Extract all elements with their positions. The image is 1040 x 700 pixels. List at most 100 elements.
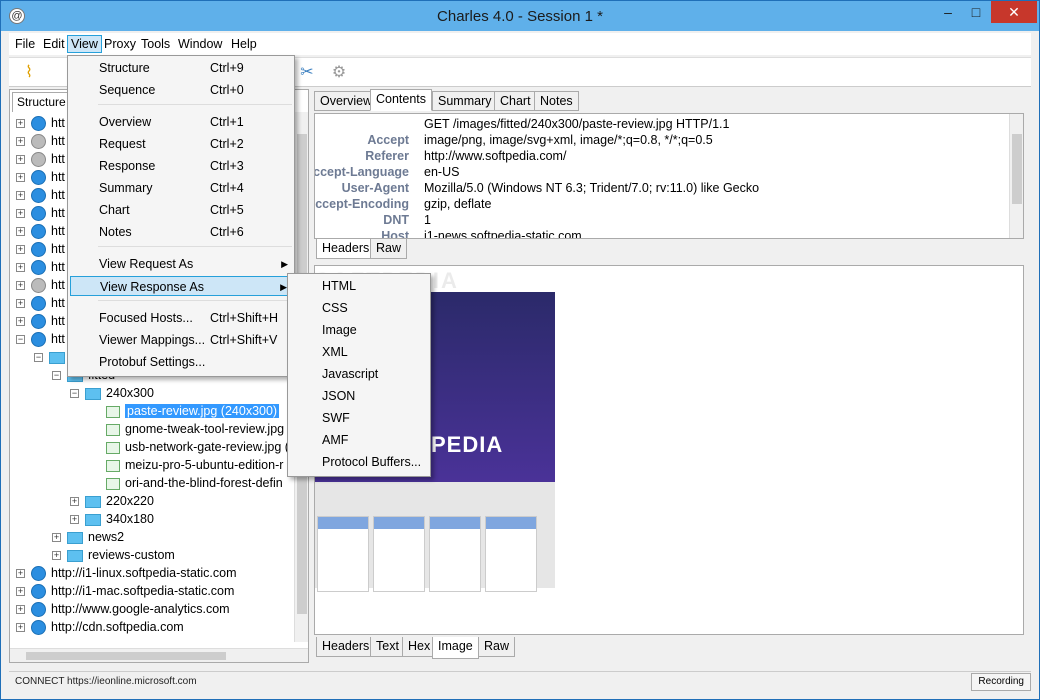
tree-row[interactable]: − 240x300 [70, 384, 154, 402]
tree-row[interactable]: + htt [16, 204, 65, 222]
expand-icon[interactable]: + [16, 155, 25, 165]
tree-row[interactable]: +220x220 [70, 492, 154, 510]
tree-row[interactable]: + http://i1-mac.softpedia-static.com [16, 582, 234, 600]
tree-row[interactable]: + htt [16, 276, 65, 294]
tab-response-image[interactable]: Image [432, 637, 479, 659]
menu-item-view-response-as[interactable]: View Response As ▶ [70, 276, 292, 296]
tree-row[interactable]: gnome-tweak-tool-review.jpg [106, 420, 284, 438]
expand-icon[interactable]: + [16, 119, 25, 129]
recording-button[interactable]: Recording [971, 673, 1031, 691]
menu-file[interactable]: File [11, 35, 39, 53]
tree-row[interactable]: + news2 [52, 528, 124, 546]
tree-row[interactable]: ori-and-the-blind-forest-defin [106, 474, 283, 492]
tree-row[interactable]: + htt [16, 222, 65, 240]
expand-icon[interactable]: + [16, 191, 25, 201]
tab-structure[interactable]: Structure [12, 92, 71, 112]
tree-row[interactable]: + htt [16, 186, 65, 204]
tree-row[interactable]: + htt [16, 258, 65, 276]
expand-icon[interactable]: + [16, 227, 25, 237]
tree-row-selected[interactable]: paste-review.jpg (240x300) [106, 402, 280, 420]
collapse-icon[interactable]: − [34, 353, 43, 363]
expand-icon[interactable]: + [16, 281, 25, 291]
scrollbar-thumb[interactable] [26, 652, 226, 660]
tree-row[interactable]: +340x180 [70, 510, 154, 528]
expand-icon[interactable]: + [52, 533, 61, 543]
tree-row[interactable]: + htt [16, 294, 65, 312]
expand-icon[interactable]: + [16, 587, 25, 597]
tab-response-raw[interactable]: Raw [478, 637, 516, 657]
tree-row[interactable]: meizu-pro-5-ubuntu-edition-r [106, 456, 283, 474]
menu-proxy[interactable]: Proxy [100, 35, 140, 53]
menu-item-focused-hosts[interactable]: Focused Hosts... Ctrl+Shift+H [70, 308, 292, 328]
tab-request-raw[interactable]: Raw [370, 239, 408, 259]
submenu-item-image[interactable]: Image [290, 320, 428, 340]
gear-icon[interactable]: ⚙ [329, 63, 349, 83]
expand-icon[interactable]: + [16, 317, 25, 327]
expand-icon[interactable]: + [16, 245, 25, 255]
tree-row[interactable]: usb-network-gate-review.jpg ( [106, 438, 289, 456]
broom-icon[interactable]: ⌇ [19, 63, 39, 83]
collapse-icon[interactable]: − [70, 389, 79, 399]
menu-item-sequence[interactable]: Sequence Ctrl+0 [70, 80, 292, 100]
submenu-item-javascript[interactable]: Javascript [290, 364, 428, 384]
menu-item-notes[interactable]: Notes Ctrl+6 [70, 222, 292, 242]
scrollbar-thumb[interactable] [1012, 134, 1022, 204]
tree-row[interactable]: + http://cdn.softpedia.com [16, 618, 184, 636]
submenu-item-css[interactable]: CSS [290, 298, 428, 318]
menu-item-request[interactable]: Request Ctrl+2 [70, 134, 292, 154]
menu-item-protobuf-settings[interactable]: Protobuf Settings... [70, 352, 292, 372]
tree-row[interactable]: − htt [16, 330, 65, 348]
tree-row[interactable]: + htt [16, 114, 65, 132]
collapse-icon[interactable]: − [16, 335, 25, 345]
menu-item-chart[interactable]: Chart Ctrl+5 [70, 200, 292, 220]
tab-request-headers[interactable]: Headers [316, 239, 376, 259]
menu-item-view-request-as[interactable]: View Request As ▶ [70, 254, 292, 274]
menu-tools[interactable]: Tools [137, 35, 174, 53]
tree-row[interactable]: + http://i1-linux.softpedia-static.com [16, 564, 237, 582]
menu-item-structure[interactable]: Structure Ctrl+9 [70, 58, 292, 78]
tab-overview[interactable]: Overview [314, 91, 379, 111]
headers-scrollbar[interactable] [1009, 114, 1023, 238]
expand-icon[interactable]: + [16, 209, 25, 219]
submenu-item-swf[interactable]: SWF [290, 408, 428, 428]
expand-icon[interactable]: + [16, 605, 25, 615]
tab-chart[interactable]: Chart [494, 91, 537, 111]
tree-row[interactable]: + htt [16, 132, 65, 150]
collapse-icon[interactable]: − [52, 371, 61, 381]
menu-item-summary[interactable]: Summary Ctrl+4 [70, 178, 292, 198]
tree-row[interactable]: + htt [16, 312, 65, 330]
tab-response-headers[interactable]: Headers [316, 637, 376, 657]
menu-view[interactable]: View [67, 35, 102, 53]
tab-contents[interactable]: Contents [370, 89, 433, 111]
tree-row[interactable]: + htt [16, 168, 65, 186]
tree-row[interactable]: + htt [16, 150, 65, 168]
expand-icon[interactable]: + [16, 263, 25, 273]
expand-icon[interactable]: + [16, 569, 25, 579]
submenu-item-html[interactable]: HTML [290, 276, 428, 296]
menu-window[interactable]: Window [174, 35, 226, 53]
menu-item-overview[interactable]: Overview Ctrl+1 [70, 112, 292, 132]
expand-icon[interactable]: + [16, 173, 25, 183]
tree-row[interactable]: + reviews-custom [52, 546, 175, 564]
minimize-button[interactable]: – [935, 1, 961, 23]
expand-icon[interactable]: + [70, 497, 79, 507]
menu-item-viewer-mappings[interactable]: Viewer Mappings... Ctrl+Shift+V [70, 330, 292, 350]
menu-help[interactable]: Help [227, 35, 261, 53]
submenu-item-xml[interactable]: XML [290, 342, 428, 362]
expand-icon[interactable]: + [16, 623, 25, 633]
tree-row[interactable]: + http://www.google-analytics.com [16, 600, 230, 618]
tab-response-text[interactable]: Text [370, 637, 405, 657]
maximize-button[interactable]: □ [963, 1, 989, 23]
tree-horizontal-scrollbar[interactable] [10, 648, 308, 662]
submenu-item-json[interactable]: JSON [290, 386, 428, 406]
expand-icon[interactable]: + [52, 551, 61, 561]
menu-edit[interactable]: Edit [39, 35, 69, 53]
tab-summary[interactable]: Summary [432, 91, 498, 111]
close-button[interactable]: ✕ [991, 1, 1037, 23]
expand-icon[interactable]: + [70, 515, 79, 525]
submenu-item-amf[interactable]: AMF [290, 430, 428, 450]
tab-notes[interactable]: Notes [534, 91, 579, 111]
tree-row[interactable]: + htt [16, 240, 65, 258]
tools-icon[interactable]: ✂ [297, 63, 317, 83]
submenu-item-protocol-buffers[interactable]: Protocol Buffers... [290, 452, 428, 472]
